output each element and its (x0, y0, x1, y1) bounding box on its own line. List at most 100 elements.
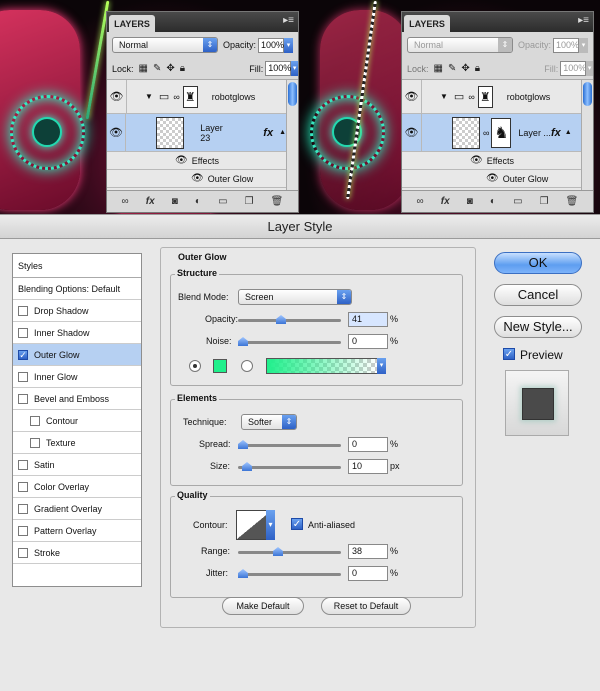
make-default-button[interactable]: Make Default (222, 597, 304, 615)
style-item[interactable]: Color Overlay (13, 476, 141, 498)
spread-slider[interactable] (238, 440, 341, 449)
style-checkbox[interactable]: ✓ (18, 349, 28, 360)
trash-icon[interactable]: 🗑︎ (271, 196, 284, 207)
size-field[interactable]: 10 (348, 459, 388, 474)
fill-field[interactable]: 100% (265, 61, 291, 76)
adjustment-layer-icon[interactable]: ◐ (195, 196, 201, 207)
style-checkbox[interactable] (18, 371, 28, 382)
style-item[interactable]: Gradient Overlay (13, 498, 141, 520)
add-style-icon[interactable]: fx (146, 196, 155, 207)
layer-group-row[interactable]: 👁︎ ▼ ▭ ∞ ♜ robotglows (402, 80, 581, 114)
blend-mode-select[interactable]: Screen ⇕ (238, 289, 352, 305)
lock-all-icon[interactable]: 🔒︎ (180, 63, 188, 74)
range-field[interactable]: 38 (348, 544, 388, 559)
opacity-field[interactable]: 100% (258, 37, 284, 53)
add-mask-icon[interactable]: ◙ (467, 196, 473, 207)
layers-scrollbar[interactable] (286, 80, 298, 190)
style-item[interactable]: ✓ Outer Glow (13, 344, 141, 366)
layers-tab[interactable]: LAYERS (404, 15, 450, 32)
panel-menu-icon[interactable]: ▸≡ (283, 15, 294, 26)
fx-icon[interactable]: fx (551, 127, 561, 139)
fill-dropdown-arrow[interactable]: ▾ (291, 61, 298, 76)
style-checkbox[interactable] (18, 327, 28, 338)
opacity-field[interactable]: 100% (553, 37, 579, 53)
fx-icon[interactable]: fx (263, 127, 273, 139)
opacity-dropdown-arrow[interactable]: ▾ (284, 37, 294, 53)
ok-button[interactable]: OK (494, 252, 582, 274)
solid-color-radio[interactable] (189, 360, 201, 372)
layer-row-selected[interactable]: 👁︎ ∞ ♞ Layer ... fx ▲ (402, 114, 581, 152)
expand-effects-icon[interactable]: ▲ (565, 129, 572, 136)
gradient-radio[interactable] (241, 360, 253, 372)
lock-pixels-icon[interactable]: ✎ (153, 63, 161, 74)
size-slider[interactable] (238, 462, 341, 471)
glow-gradient-picker[interactable] (266, 358, 378, 374)
visibility-eye-icon[interactable]: 👁︎ (402, 114, 422, 151)
reset-to-default-button[interactable]: Reset to Default (321, 597, 411, 615)
visibility-eye-icon[interactable]: 👁︎ (191, 173, 204, 184)
effects-row[interactable]: 👁︎ Effects (402, 152, 581, 170)
technique-select[interactable]: Softer ⇕ (241, 414, 297, 430)
style-item[interactable]: Stroke (13, 542, 141, 564)
opacity-field[interactable]: 41 (348, 312, 388, 327)
cancel-button[interactable]: Cancel (494, 284, 582, 306)
style-checkbox[interactable] (18, 459, 28, 470)
effect-item-row[interactable]: 👁︎ Outer Glow (402, 170, 581, 188)
trash-icon[interactable]: 🗑︎ (566, 196, 579, 207)
lock-position-icon[interactable]: ✥ (461, 63, 469, 74)
lock-all-icon[interactable]: 🔒︎ (475, 63, 483, 74)
visibility-eye-icon[interactable]: 👁︎ (486, 173, 499, 184)
style-item[interactable]: Contour (13, 410, 141, 432)
style-checkbox[interactable] (18, 305, 28, 316)
link-layers-icon[interactable]: ∞ (122, 196, 129, 207)
visibility-eye-icon[interactable]: 👁︎ (107, 80, 127, 113)
opacity-dropdown-arrow[interactable]: ▾ (579, 37, 589, 53)
jitter-slider[interactable] (238, 569, 341, 578)
spread-field[interactable]: 0 (348, 437, 388, 452)
style-checkbox[interactable] (30, 437, 40, 448)
effect-item-row[interactable]: 👁︎ Outer Glow (107, 170, 286, 188)
styles-header[interactable]: Styles (13, 254, 141, 278)
new-style-button[interactable]: New Style... (494, 316, 582, 338)
visibility-eye-icon[interactable]: 👁︎ (107, 114, 126, 151)
disclosure-triangle-icon[interactable]: ▼ (145, 92, 153, 101)
visibility-eye-icon[interactable]: 👁︎ (175, 155, 188, 166)
style-item[interactable]: Inner Glow (13, 366, 141, 388)
range-slider[interactable] (238, 547, 341, 556)
lock-position-icon[interactable]: ✥ (166, 63, 174, 74)
jitter-field[interactable]: 0 (348, 566, 388, 581)
style-checkbox[interactable] (30, 415, 40, 426)
expand-effects-icon[interactable]: ▲ (279, 129, 286, 136)
new-group-icon[interactable]: ▭ (513, 196, 522, 207)
new-group-icon[interactable]: ▭ (218, 196, 227, 207)
style-item[interactable]: Texture (13, 432, 141, 454)
panel-menu-icon[interactable]: ▸≡ (578, 15, 589, 26)
blend-mode-select[interactable]: Normal ⇕ (407, 37, 513, 53)
opacity-slider[interactable] (238, 315, 341, 324)
link-layers-icon[interactable]: ∞ (417, 196, 424, 207)
layers-scrollbar[interactable] (581, 80, 593, 190)
scrollbar-thumb[interactable] (288, 82, 297, 106)
style-item[interactable]: Inner Shadow (13, 322, 141, 344)
blend-mode-select[interactable]: Normal ⇕ (112, 37, 218, 53)
layer-group-row[interactable]: 👁︎ ▼ ▭ ∞ ♜ robotglows (107, 80, 286, 114)
style-item[interactable]: Satin (13, 454, 141, 476)
style-item[interactable]: Pattern Overlay (13, 520, 141, 542)
layer-row-selected[interactable]: 👁︎ Layer 23 fx ▲ (107, 114, 286, 152)
gradient-dropdown-arrow[interactable]: ▾ (377, 358, 386, 374)
style-item[interactable]: Drop Shadow (13, 300, 141, 322)
new-layer-icon[interactable]: ❐ (245, 196, 254, 207)
layers-tab[interactable]: LAYERS (109, 15, 155, 32)
style-item[interactable]: Blending Options: Default (13, 278, 141, 300)
visibility-eye-icon[interactable]: 👁︎ (470, 155, 483, 166)
adjustment-layer-icon[interactable]: ◐ (490, 196, 496, 207)
fill-dropdown-arrow[interactable]: ▾ (586, 61, 593, 76)
disclosure-triangle-icon[interactable]: ▼ (440, 92, 448, 101)
effects-row[interactable]: 👁︎ Effects (107, 152, 286, 170)
scrollbar-thumb[interactable] (583, 82, 592, 106)
noise-field[interactable]: 0 (348, 334, 388, 349)
fill-field[interactable]: 100% (560, 61, 586, 76)
add-mask-icon[interactable]: ◙ (172, 196, 178, 207)
new-layer-icon[interactable]: ❐ (540, 196, 549, 207)
add-style-icon[interactable]: fx (441, 196, 450, 207)
